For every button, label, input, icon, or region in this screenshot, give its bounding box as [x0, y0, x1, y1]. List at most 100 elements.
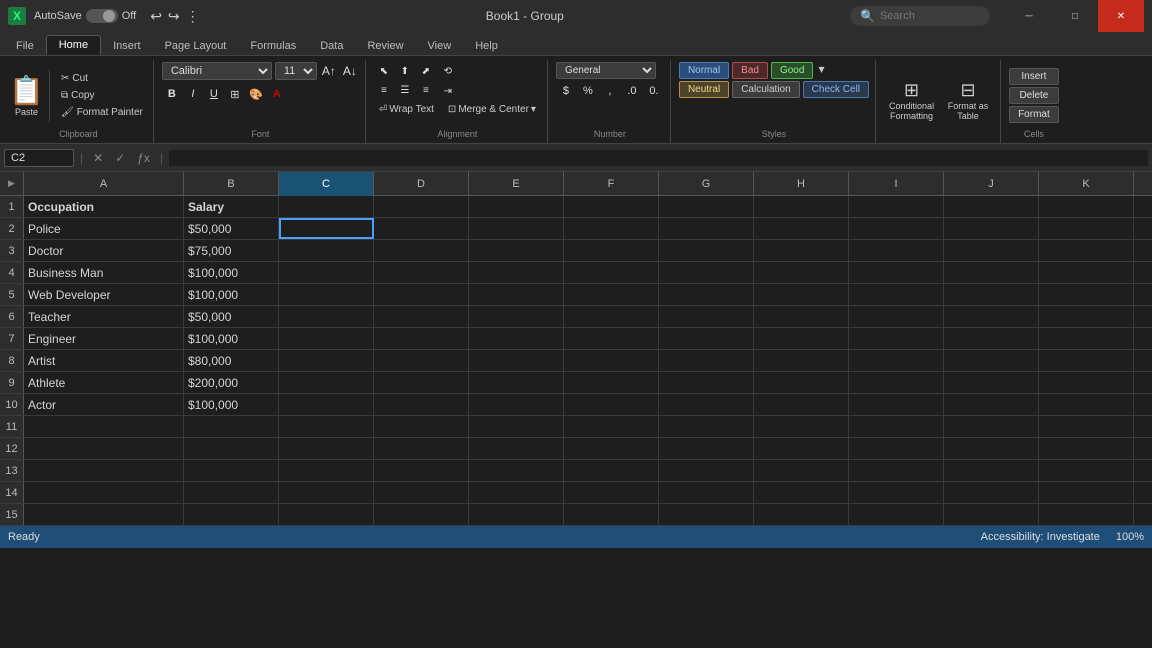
- cell-H8[interactable]: [754, 350, 849, 371]
- cell-K6[interactable]: [1039, 306, 1134, 327]
- row-number-10[interactable]: 10: [0, 394, 24, 415]
- tab-home[interactable]: Home: [46, 35, 101, 55]
- cell-F15[interactable]: [564, 504, 659, 525]
- cell-B11[interactable]: [184, 416, 279, 437]
- merge-dropdown-icon[interactable]: ▾: [531, 104, 536, 115]
- cell-D3[interactable]: [374, 240, 469, 261]
- tab-insert[interactable]: Insert: [101, 37, 153, 55]
- tab-help[interactable]: Help: [463, 37, 510, 55]
- cell-A13[interactable]: [24, 460, 184, 481]
- row-number-5[interactable]: 5: [0, 284, 24, 305]
- decrease-font-button[interactable]: A↓: [341, 63, 359, 79]
- cell-J15[interactable]: [944, 504, 1039, 525]
- conditional-formatting-button[interactable]: ⊞ ConditionalFormatting: [884, 77, 939, 124]
- cell-H10[interactable]: [754, 394, 849, 415]
- cell-C4[interactable]: [279, 262, 374, 283]
- cell-H15[interactable]: [754, 504, 849, 525]
- cell-F5[interactable]: [564, 284, 659, 305]
- cell-A2[interactable]: Police: [24, 218, 184, 239]
- cell-J13[interactable]: [944, 460, 1039, 481]
- row-number-8[interactable]: 8: [0, 350, 24, 371]
- font-size-select[interactable]: 11: [275, 62, 317, 80]
- cell-C8[interactable]: [279, 350, 374, 371]
- cell-D11[interactable]: [374, 416, 469, 437]
- tab-data[interactable]: Data: [308, 37, 355, 55]
- cell-C1[interactable]: [279, 196, 374, 217]
- fill-color-button[interactable]: 🎨: [246, 85, 266, 103]
- style-neutral[interactable]: Neutral: [679, 81, 729, 98]
- col-header-e[interactable]: E: [469, 172, 564, 196]
- tab-file[interactable]: File: [4, 37, 46, 55]
- cell-B4[interactable]: $100,000: [184, 262, 279, 283]
- cell-B2[interactable]: $50,000: [184, 218, 279, 239]
- cell-F7[interactable]: [564, 328, 659, 349]
- cell-B14[interactable]: [184, 482, 279, 503]
- cell-I8[interactable]: [849, 350, 944, 371]
- cell-F8[interactable]: [564, 350, 659, 371]
- minimize-button[interactable]: ─: [1006, 0, 1052, 32]
- cell-F9[interactable]: [564, 372, 659, 393]
- cell-K7[interactable]: [1039, 328, 1134, 349]
- cell-C5[interactable]: [279, 284, 374, 305]
- row-number-2[interactable]: 2: [0, 218, 24, 239]
- cell-J12[interactable]: [944, 438, 1039, 459]
- formula-confirm-button[interactable]: ✓: [111, 149, 129, 167]
- style-check-cell[interactable]: Check Cell: [803, 81, 869, 98]
- cell-A3[interactable]: Doctor: [24, 240, 184, 261]
- cell-C13[interactable]: [279, 460, 374, 481]
- cell-K1[interactable]: [1039, 196, 1134, 217]
- cell-G4[interactable]: [659, 262, 754, 283]
- cell-H12[interactable]: [754, 438, 849, 459]
- percent-button[interactable]: %: [578, 82, 598, 100]
- cell-D13[interactable]: [374, 460, 469, 481]
- cell-K15[interactable]: [1039, 504, 1134, 525]
- cell-K9[interactable]: [1039, 372, 1134, 393]
- cell-A14[interactable]: [24, 482, 184, 503]
- align-top-right[interactable]: ⬈: [416, 63, 436, 81]
- cell-F4[interactable]: [564, 262, 659, 283]
- row-number-12[interactable]: 12: [0, 438, 24, 459]
- cell-I12[interactable]: [849, 438, 944, 459]
- cut-button[interactable]: ✂ Cut: [57, 71, 147, 86]
- cell-G5[interactable]: [659, 284, 754, 305]
- cell-C6[interactable]: [279, 306, 374, 327]
- underline-button[interactable]: U: [204, 85, 224, 103]
- cell-B3[interactable]: $75,000: [184, 240, 279, 261]
- cell-D5[interactable]: [374, 284, 469, 305]
- row-number-15[interactable]: 15: [0, 504, 24, 525]
- cell-E2[interactable]: [469, 218, 564, 239]
- col-header-f[interactable]: F: [564, 172, 659, 196]
- cell-A4[interactable]: Business Man: [24, 262, 184, 283]
- col-header-h[interactable]: H: [754, 172, 849, 196]
- cell-E14[interactable]: [469, 482, 564, 503]
- align-top-left[interactable]: ⬉: [374, 63, 394, 81]
- cell-G14[interactable]: [659, 482, 754, 503]
- cell-G12[interactable]: [659, 438, 754, 459]
- cell-I2[interactable]: [849, 218, 944, 239]
- cell-I1[interactable]: [849, 196, 944, 217]
- cell-E9[interactable]: [469, 372, 564, 393]
- cell-F2[interactable]: [564, 218, 659, 239]
- cell-J11[interactable]: [944, 416, 1039, 437]
- cell-E8[interactable]: [469, 350, 564, 371]
- cell-B12[interactable]: [184, 438, 279, 459]
- cell-J9[interactable]: [944, 372, 1039, 393]
- cell-K11[interactable]: [1039, 416, 1134, 437]
- cell-F10[interactable]: [564, 394, 659, 415]
- cell-F13[interactable]: [564, 460, 659, 481]
- cell-I5[interactable]: [849, 284, 944, 305]
- cell-A1[interactable]: Occupation: [24, 196, 184, 217]
- search-box[interactable]: 🔍: [850, 6, 990, 26]
- tab-view[interactable]: View: [416, 37, 464, 55]
- orientation-button[interactable]: ⟲: [438, 62, 458, 80]
- paste-button[interactable]: 📋 Paste: [10, 70, 50, 122]
- customize-button[interactable]: ⋮: [186, 8, 200, 25]
- cell-G1[interactable]: [659, 196, 754, 217]
- cell-D14[interactable]: [374, 482, 469, 503]
- col-header-b[interactable]: B: [184, 172, 279, 196]
- cell-H6[interactable]: [754, 306, 849, 327]
- cell-J4[interactable]: [944, 262, 1039, 283]
- cell-K5[interactable]: [1039, 284, 1134, 305]
- cell-A5[interactable]: Web Developer: [24, 284, 184, 305]
- cell-K3[interactable]: [1039, 240, 1134, 261]
